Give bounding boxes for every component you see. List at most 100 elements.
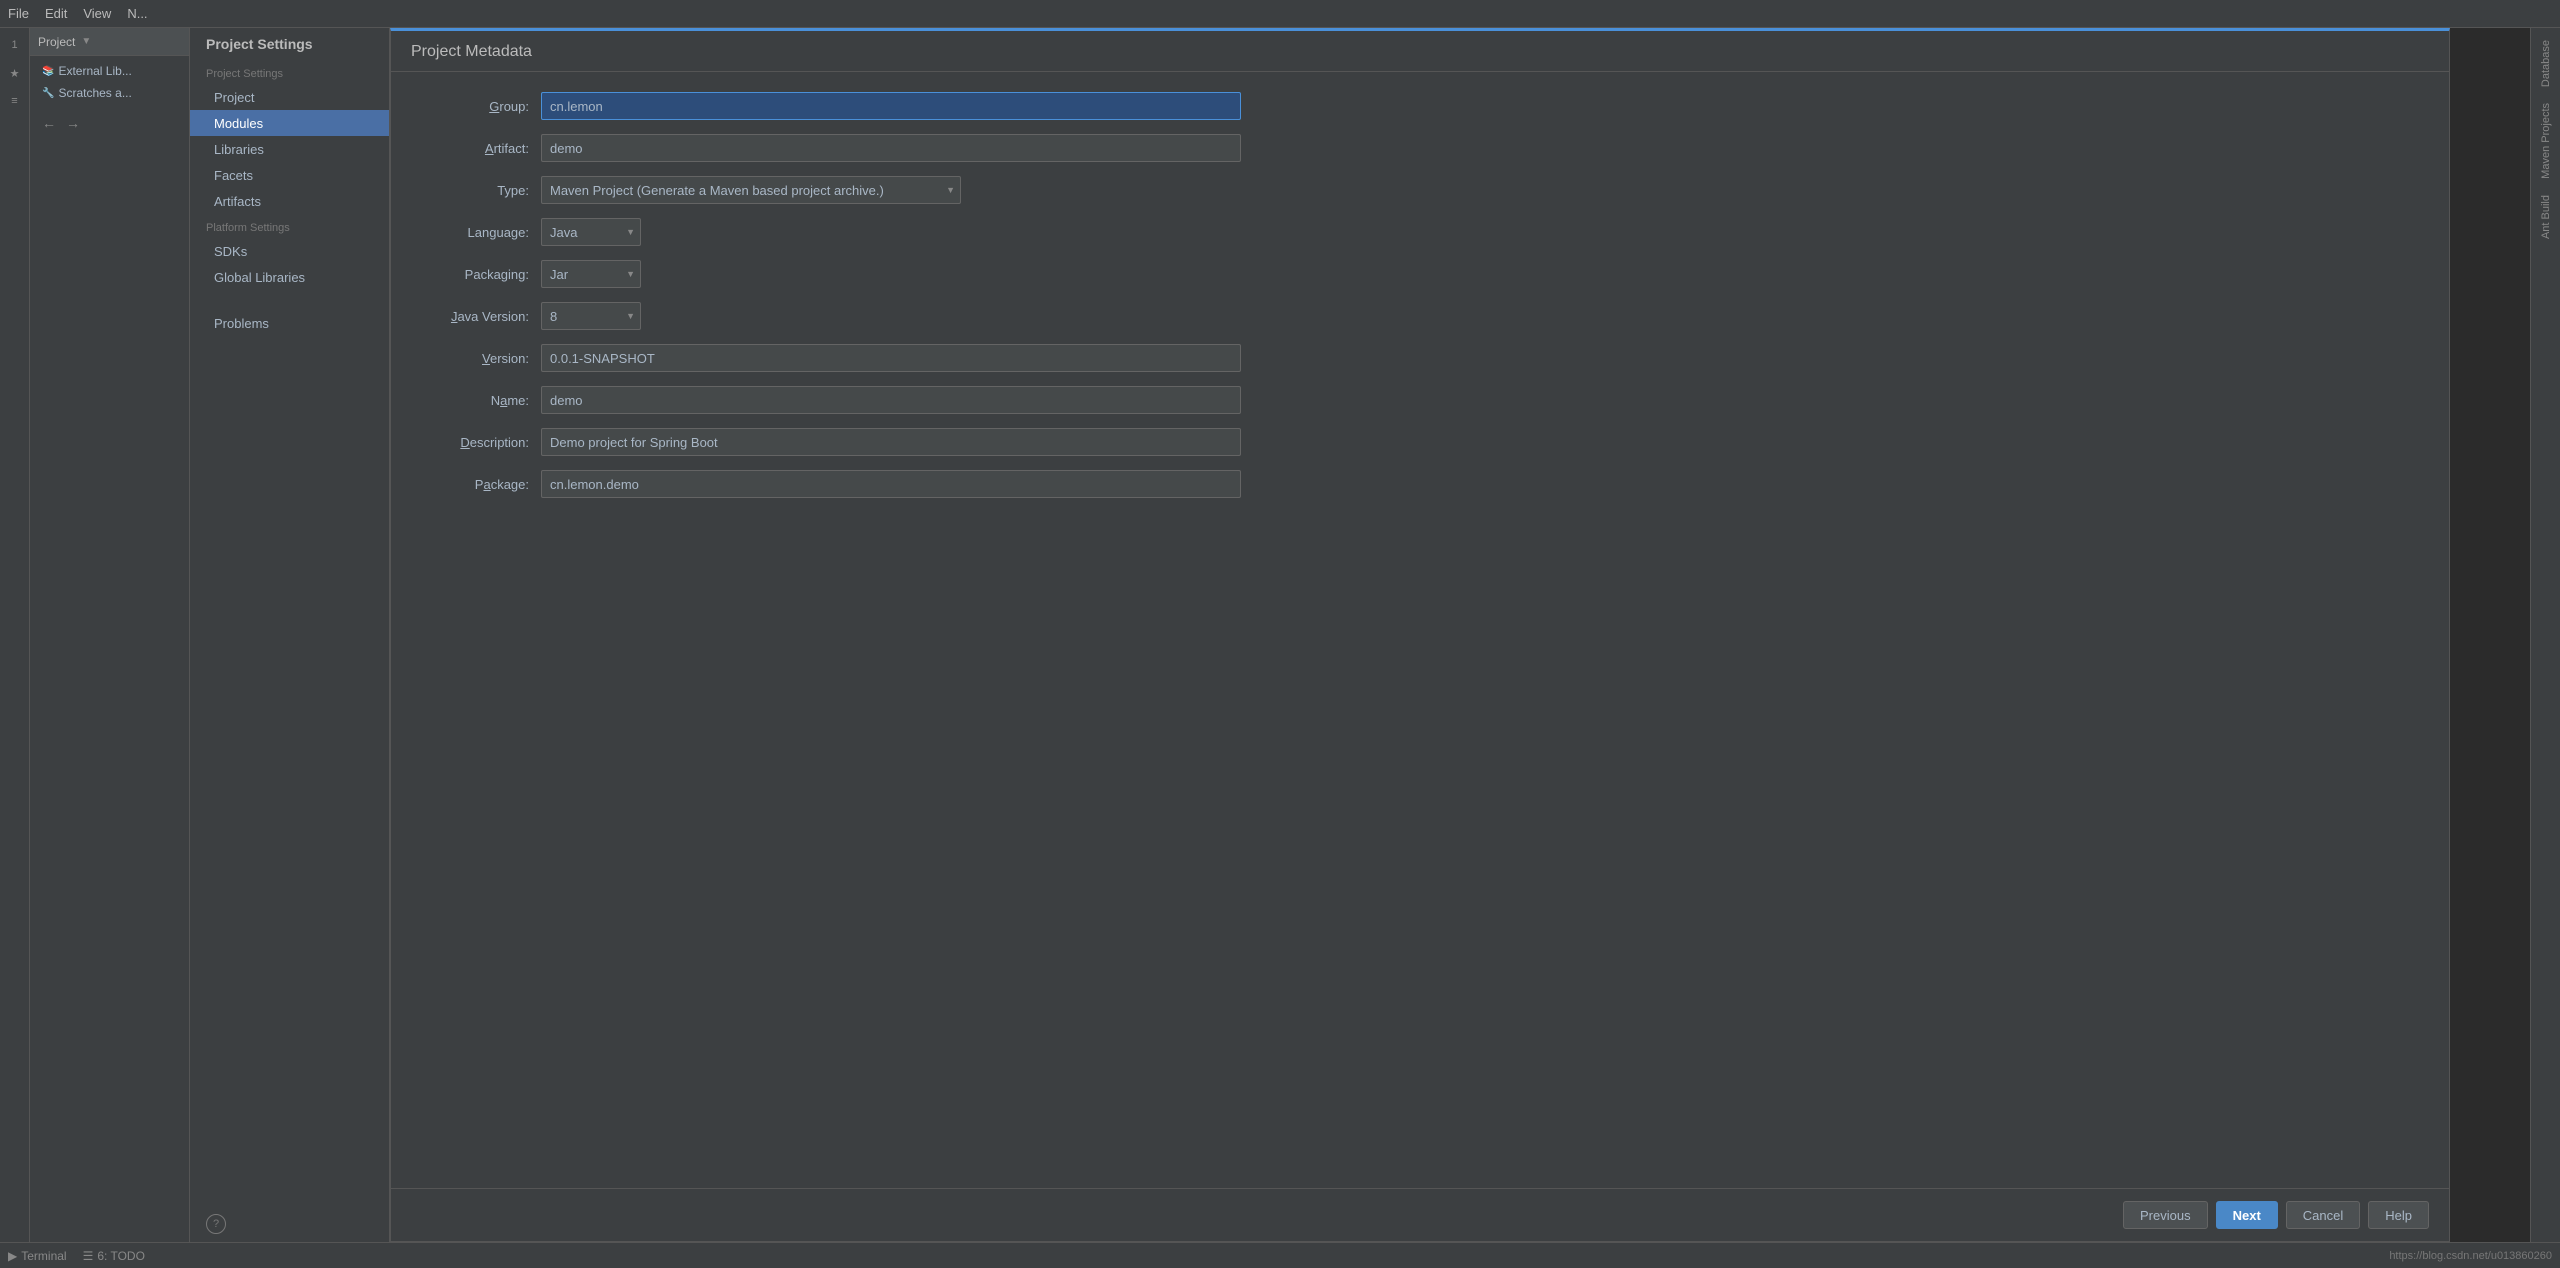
language-select[interactable]: Java Kotlin Groovy <box>541 218 641 246</box>
type-select[interactable]: Maven Project (Generate a Maven based pr… <box>541 176 961 204</box>
next-button[interactable]: Next <box>2216 1201 2278 1229</box>
dialog-overlay: Project Metadata Group: Artifact: <box>390 28 2530 1242</box>
name-label-text2: me: <box>507 393 529 408</box>
package-input[interactable] <box>541 470 1241 498</box>
help-button[interactable]: Help <box>2368 1201 2429 1229</box>
external-lib-icon: 📚 <box>42 66 54 77</box>
settings-nav-project[interactable]: Project <box>190 84 389 110</box>
artifact-label: Artifact: <box>421 141 541 156</box>
language-label: Language: <box>421 225 541 240</box>
description-input[interactable] <box>541 428 1241 456</box>
structure-icon[interactable]: ≡ <box>2 88 28 114</box>
menu-file[interactable]: File <box>8 6 29 21</box>
type-row: Type: Maven Project (Generate a Maven ba… <box>421 176 2419 204</box>
type-label-text: Type: <box>497 183 529 198</box>
package-label-underline: a <box>483 477 490 492</box>
version-label-text: ersion: <box>490 351 529 366</box>
todo-label: 6: TODO <box>97 1249 145 1263</box>
right-sidebar-database[interactable]: Database <box>2536 32 2556 95</box>
project-label: Project <box>38 35 75 49</box>
description-label-underline: D <box>460 435 469 450</box>
forward-button[interactable]: → <box>62 112 84 134</box>
cancel-button[interactable]: Cancel <box>2286 1201 2360 1229</box>
right-sidebar-maven[interactable]: Maven Projects <box>2536 95 2556 187</box>
project-panel: Project ▼ 📚 External Lib... 🔧 Scratches … <box>30 28 190 1242</box>
settings-nav-modules[interactable]: Modules <box>190 110 389 136</box>
project-icon[interactable]: 1 <box>2 32 28 58</box>
todo-button[interactable]: ☰ 6: TODO <box>83 1249 145 1263</box>
terminal-button[interactable]: ▶ Terminal <box>8 1249 67 1263</box>
group-input[interactable] <box>541 92 1241 120</box>
terminal-label: Terminal <box>21 1249 66 1263</box>
terminal-icon: ▶ <box>8 1249 17 1263</box>
group-label: Group: <box>421 99 541 114</box>
dialog-footer: Previous Next Cancel Help <box>391 1188 2449 1241</box>
artifact-label-text: rtifact: <box>494 141 529 156</box>
version-input[interactable] <box>541 344 1241 372</box>
name-input[interactable] <box>541 386 1241 414</box>
language-row: Language: Java Kotlin Groovy <box>421 218 2419 246</box>
settings-nav-artifacts[interactable]: Artifacts <box>190 188 389 214</box>
packaging-row: Packaging: Jar War <box>421 260 2419 288</box>
artifact-label-underline: A <box>485 141 494 156</box>
java-version-select[interactable]: 8 11 17 21 <box>541 302 641 330</box>
main-layout: 1 ★ ≡ Project ▼ 📚 External Lib... 🔧 Scra… <box>0 28 2560 1242</box>
dialog-content: Group: Artifact: Type: <box>391 72 2449 1188</box>
java-version-label: Java Version: <box>421 309 541 324</box>
description-label: Description: <box>421 435 541 450</box>
java-version-row: Java Version: 8 11 17 21 <box>421 302 2419 330</box>
project-settings-section: Project Settings <box>190 60 389 84</box>
artifact-input[interactable] <box>541 134 1241 162</box>
packaging-label-text: Packaging: <box>465 267 529 282</box>
back-button[interactable]: ← <box>38 112 60 134</box>
version-row: Version: <box>421 344 2419 372</box>
settings-nav-libraries[interactable]: Libraries <box>190 136 389 162</box>
packaging-select-wrapper: Jar War <box>541 260 641 288</box>
tree-item-scratches-label: Scratches a... <box>58 86 131 100</box>
project-dropdown-icon[interactable]: ▼ <box>81 36 91 47</box>
tree-item-external-lib[interactable]: 📚 External Lib... <box>30 60 189 82</box>
java-version-label-text: ava Version: <box>457 309 529 324</box>
settings-nav-facets[interactable]: Facets <box>190 162 389 188</box>
package-row: Package: <box>421 470 2419 498</box>
favorites-icon[interactable]: ★ <box>2 60 28 86</box>
settings-help-area: ? <box>190 1206 389 1242</box>
previous-button[interactable]: Previous <box>2123 1201 2208 1229</box>
settings-title: Project Settings <box>206 36 313 52</box>
menu-more[interactable]: N... <box>127 6 147 21</box>
settings-nav-sdks[interactable]: SDKs <box>190 238 389 264</box>
platform-settings-section: Platform Settings <box>190 214 389 238</box>
artifact-row: Artifact: <box>421 134 2419 162</box>
type-label: Type: <box>421 183 541 198</box>
tree-item-scratches[interactable]: 🔧 Scratches a... <box>30 82 189 104</box>
menu-edit[interactable]: Edit <box>45 6 67 21</box>
help-circle-button[interactable]: ? <box>206 1214 226 1234</box>
menu-view[interactable]: View <box>83 6 111 21</box>
todo-icon: ☰ <box>83 1249 94 1263</box>
description-label-text: escription: <box>470 435 529 450</box>
right-sidebar-ant[interactable]: Ant Build <box>2536 187 2556 247</box>
package-label-text2: ckage: <box>491 477 529 492</box>
settings-header: Project Settings <box>190 28 389 60</box>
name-label-text: N <box>491 393 500 408</box>
version-label: Version: <box>421 351 541 366</box>
scratches-icon: 🔧 <box>42 88 54 99</box>
settings-nav-global-libs[interactable]: Global Libraries <box>190 264 389 290</box>
packaging-label: Packaging: <box>421 267 541 282</box>
name-label: Name: <box>421 393 541 408</box>
bottom-bar: ▶ Terminal ☰ 6: TODO https://blog.csdn.n… <box>0 1242 2560 1268</box>
settings-panel: Project Settings Project Settings Projec… <box>190 28 390 1242</box>
project-metadata-dialog: Project Metadata Group: Artifact: <box>390 28 2450 1242</box>
nav-controls: ← → <box>30 108 189 138</box>
menu-bar: File Edit View N... <box>0 0 2560 28</box>
packaging-select[interactable]: Jar War <box>541 260 641 288</box>
dialog-title: Project Metadata <box>391 31 2449 72</box>
java-version-select-wrapper: 8 11 17 21 <box>541 302 641 330</box>
group-label-underline: G <box>489 99 499 114</box>
language-select-wrapper: Java Kotlin Groovy <box>541 218 641 246</box>
description-row: Description: <box>421 428 2419 456</box>
settings-nav-problems[interactable]: Problems <box>190 310 389 336</box>
url-display: https://blog.csdn.net/u013860260 <box>2389 1250 2552 1262</box>
type-select-wrapper: Maven Project (Generate a Maven based pr… <box>541 176 961 204</box>
project-tree: 📚 External Lib... 🔧 Scratches a... <box>30 56 189 108</box>
